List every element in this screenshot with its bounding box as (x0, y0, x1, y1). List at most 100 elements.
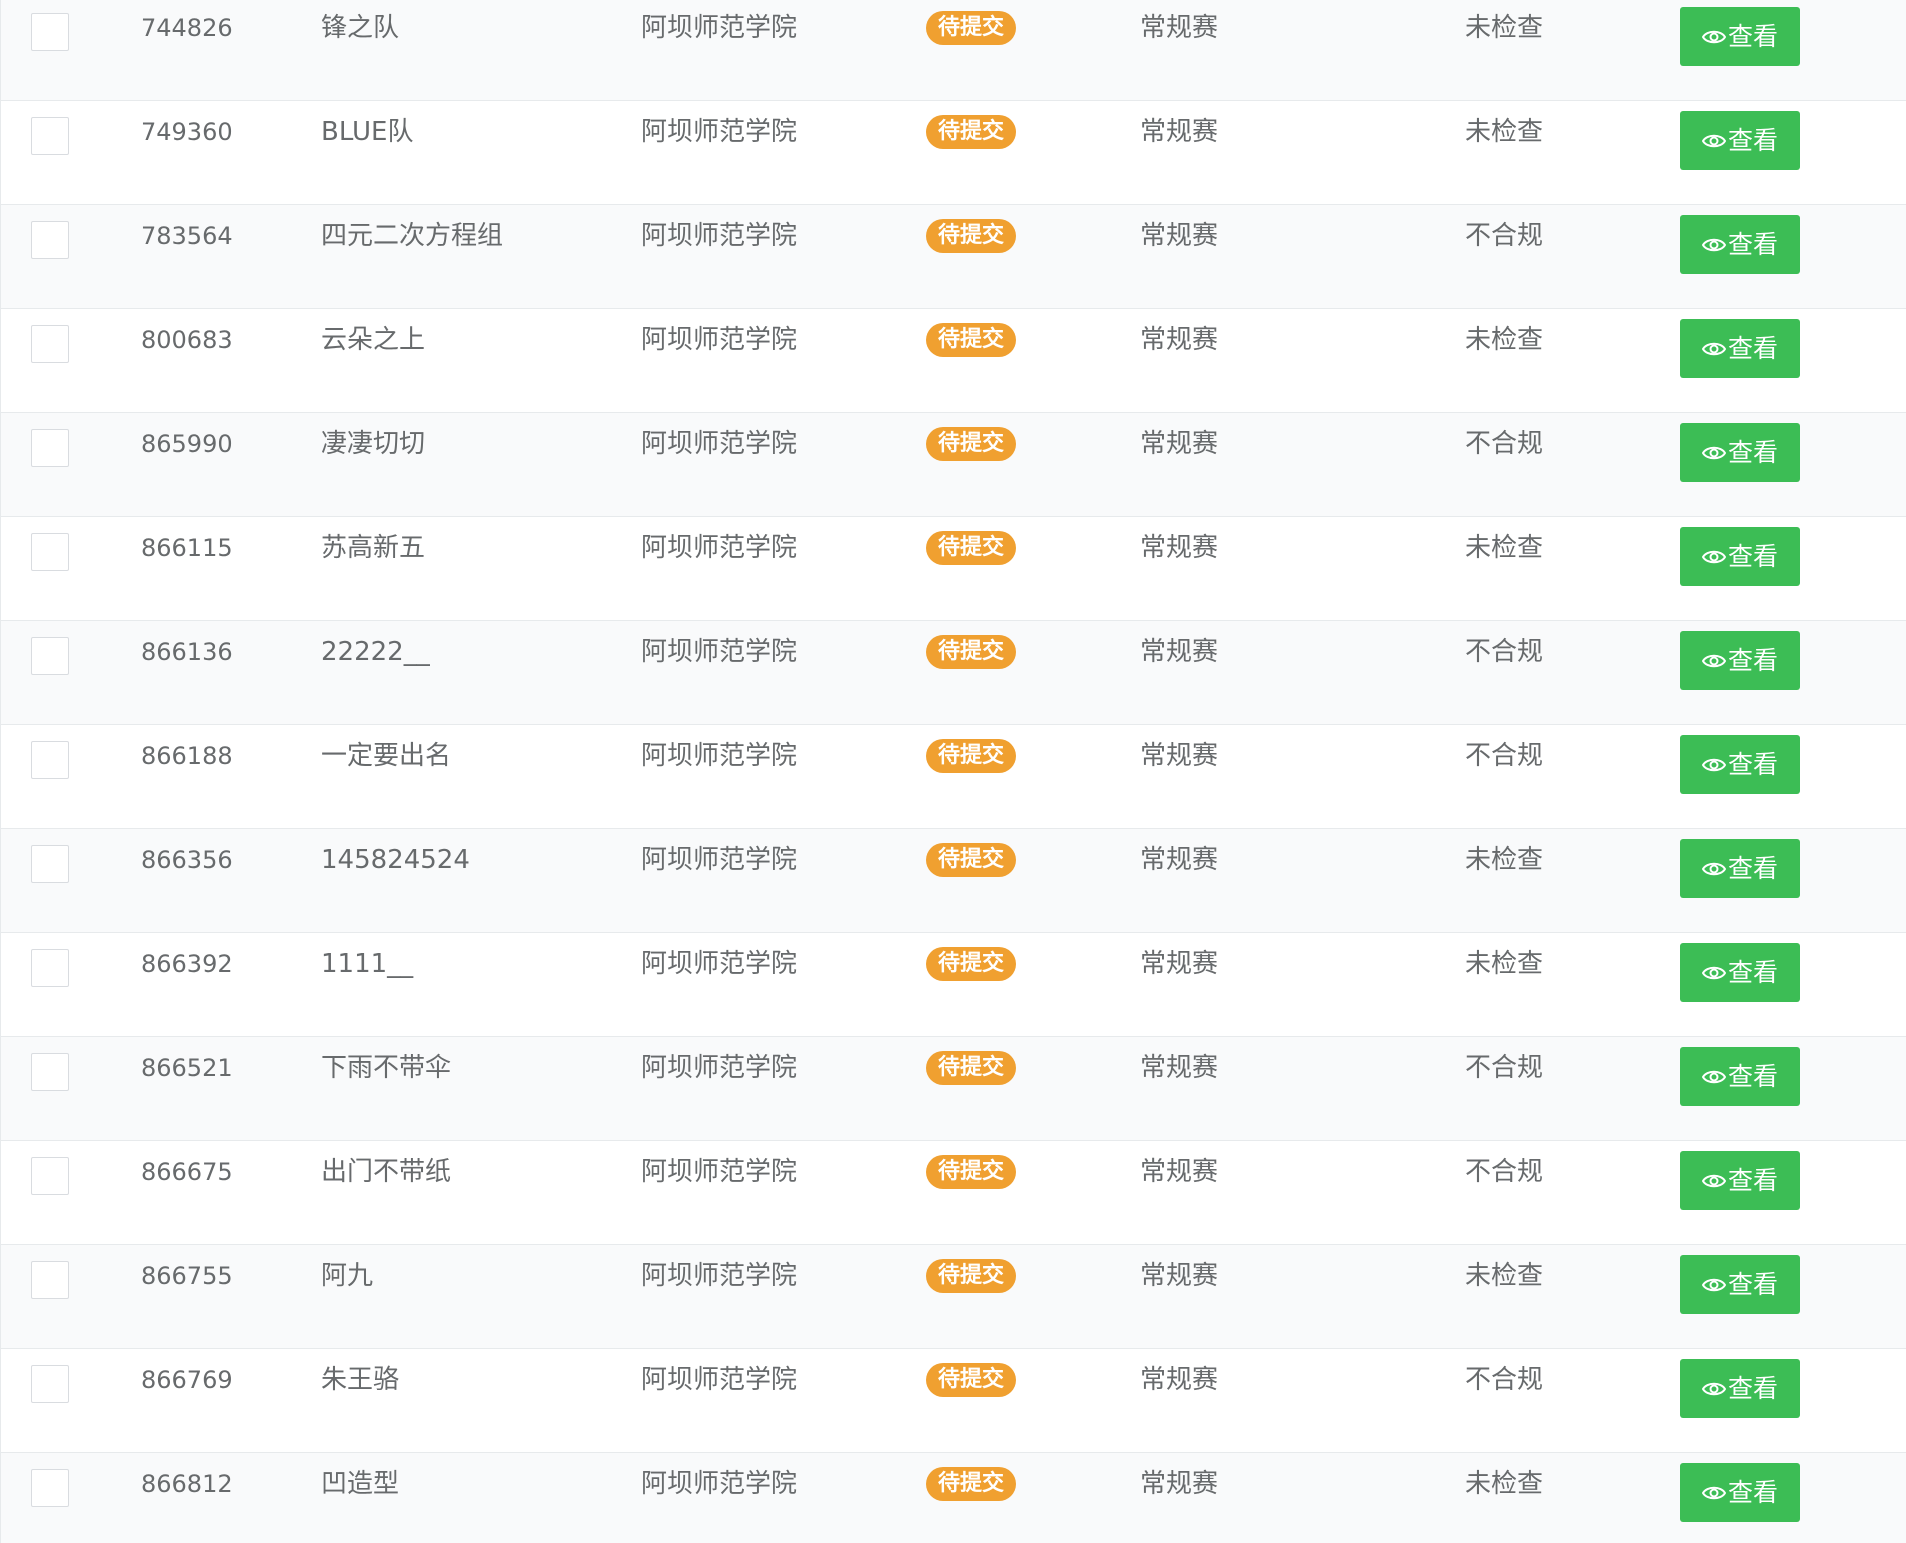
view-button[interactable]: 查看 (1680, 839, 1800, 898)
status-badge: 待提交 (926, 1051, 1017, 1085)
eye-icon (1701, 423, 1727, 482)
table-row: 866188 一定要出名 阿坝师范学院 待提交 常规赛 不合规 查看 (1, 724, 1906, 828)
row-checkbox[interactable] (31, 1365, 69, 1403)
row-checkbox[interactable] (31, 1469, 69, 1507)
school-name: 阿坝师范学院 (641, 117, 798, 147)
match-type: 常规赛 (1140, 1157, 1219, 1187)
check-status: 未检查 (1465, 117, 1544, 147)
school-name: 阿坝师范学院 (641, 429, 798, 459)
view-button-label: 查看 (1727, 542, 1778, 571)
team-id: 865990 (141, 430, 233, 458)
table-row: 866755 阿九 阿坝师范学院 待提交 常规赛 未检查 查看 (1, 1244, 1906, 1348)
row-checkbox[interactable] (31, 637, 69, 675)
school-name: 阿坝师范学院 (641, 13, 798, 43)
view-button[interactable]: 查看 (1680, 527, 1800, 586)
view-button-label: 查看 (1727, 1374, 1778, 1403)
row-checkbox[interactable] (31, 1261, 69, 1299)
match-type: 常规赛 (1140, 741, 1219, 771)
view-button[interactable]: 查看 (1680, 423, 1800, 482)
eye-icon (1701, 111, 1727, 170)
team-id: 783564 (141, 222, 233, 250)
school-name: 阿坝师范学院 (641, 533, 798, 563)
team-name: 云朵之上 (321, 325, 426, 355)
eye-icon (1701, 319, 1727, 378)
eye-icon (1701, 1151, 1727, 1210)
view-button-label: 查看 (1727, 334, 1778, 363)
team-id: 866521 (141, 1054, 233, 1082)
view-button-label: 查看 (1727, 1270, 1778, 1299)
status-badge: 待提交 (926, 1467, 1017, 1501)
view-button[interactable]: 查看 (1680, 1151, 1800, 1210)
team-id: 744826 (141, 14, 233, 42)
team-id: 866769 (141, 1366, 233, 1394)
team-name: 145824524 (321, 845, 470, 875)
match-type: 常规赛 (1140, 1469, 1219, 1499)
view-button[interactable]: 查看 (1680, 943, 1800, 1002)
team-name: 朱王骆 (321, 1365, 400, 1395)
status-badge: 待提交 (926, 739, 1017, 773)
view-button[interactable]: 查看 (1680, 319, 1800, 378)
view-button[interactable]: 查看 (1680, 735, 1800, 794)
row-checkbox[interactable] (31, 741, 69, 779)
view-button[interactable]: 查看 (1680, 215, 1800, 274)
eye-icon (1701, 943, 1727, 1002)
row-checkbox[interactable] (31, 845, 69, 883)
eye-icon (1701, 215, 1727, 274)
row-checkbox[interactable] (31, 1157, 69, 1195)
view-button[interactable]: 查看 (1680, 1463, 1800, 1522)
row-checkbox[interactable] (31, 949, 69, 987)
check-status: 未检查 (1465, 845, 1544, 875)
view-button[interactable]: 查看 (1680, 1359, 1800, 1418)
row-checkbox[interactable] (31, 325, 69, 363)
school-name: 阿坝师范学院 (641, 1157, 798, 1187)
view-button[interactable]: 查看 (1680, 111, 1800, 170)
row-checkbox[interactable] (31, 13, 69, 51)
status-badge: 待提交 (926, 323, 1017, 357)
view-button-label: 查看 (1727, 646, 1778, 675)
match-type: 常规赛 (1140, 1261, 1219, 1291)
team-name: 凹造型 (321, 1469, 400, 1499)
match-type: 常规赛 (1140, 1365, 1219, 1395)
school-name: 阿坝师范学院 (641, 845, 798, 875)
match-type: 常规赛 (1140, 1053, 1219, 1083)
check-status: 未检查 (1465, 533, 1544, 563)
view-button-label: 查看 (1727, 854, 1778, 883)
view-button-label: 查看 (1727, 22, 1778, 51)
team-name: 凄凄切切 (321, 429, 426, 459)
table-row: 866769 朱王骆 阿坝师范学院 待提交 常规赛 不合规 查看 (1, 1348, 1906, 1452)
eye-icon (1701, 527, 1727, 586)
team-name: 苏高新五 (321, 533, 426, 563)
status-badge: 待提交 (926, 843, 1017, 877)
view-button[interactable]: 查看 (1680, 631, 1800, 690)
team-name: 22222__ (321, 637, 430, 667)
team-name: 1111__ (321, 949, 414, 979)
eye-icon (1701, 1255, 1727, 1314)
eye-icon (1701, 839, 1727, 898)
team-name: 锋之队 (321, 13, 400, 43)
team-id: 866812 (141, 1470, 233, 1498)
check-status: 未检查 (1465, 1261, 1544, 1291)
view-button[interactable]: 查看 (1680, 7, 1800, 66)
check-status: 未检查 (1465, 949, 1544, 979)
check-status: 未检查 (1465, 13, 1544, 43)
view-button-label: 查看 (1727, 1478, 1778, 1507)
status-badge: 待提交 (926, 1155, 1017, 1189)
row-checkbox[interactable] (31, 533, 69, 571)
status-badge: 待提交 (926, 427, 1017, 461)
status-badge: 待提交 (926, 947, 1017, 981)
school-name: 阿坝师范学院 (641, 1469, 798, 1499)
team-id: 866115 (141, 534, 233, 562)
eye-icon (1701, 7, 1727, 66)
match-type: 常规赛 (1140, 221, 1219, 251)
row-checkbox[interactable] (31, 117, 69, 155)
view-button[interactable]: 查看 (1680, 1255, 1800, 1314)
table-row: 783564 四元二次方程组 阿坝师范学院 待提交 常规赛 不合规 查看 (1, 204, 1906, 308)
row-checkbox[interactable] (31, 429, 69, 467)
table-row: 866356 145824524 阿坝师范学院 待提交 常规赛 未检查 查看 (1, 828, 1906, 932)
view-button-label: 查看 (1727, 1062, 1778, 1091)
match-type: 常规赛 (1140, 13, 1219, 43)
row-checkbox[interactable] (31, 221, 69, 259)
row-checkbox[interactable] (31, 1053, 69, 1091)
school-name: 阿坝师范学院 (641, 221, 798, 251)
view-button[interactable]: 查看 (1680, 1047, 1800, 1106)
